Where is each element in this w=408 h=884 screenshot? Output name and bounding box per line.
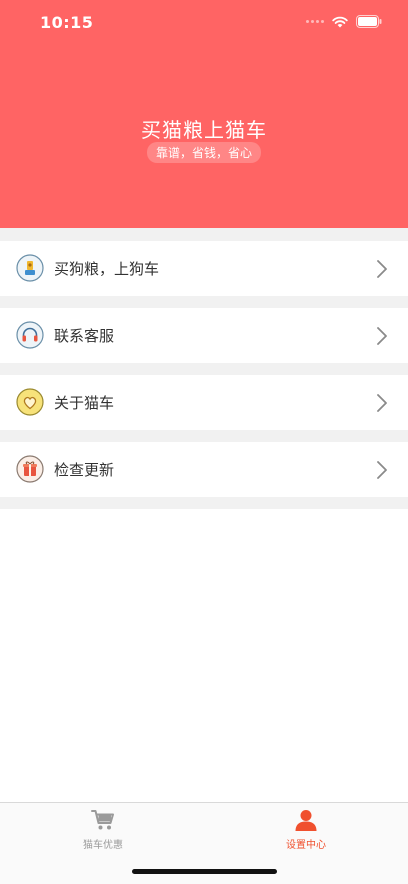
headphones-icon xyxy=(16,321,44,349)
heart-icon xyxy=(16,388,44,416)
menu-item-dog-food[interactable]: 买狗粮，上狗车 xyxy=(0,241,408,296)
menu-item-label: 检查更新 xyxy=(54,461,115,479)
menu-item-label: 买狗粮，上狗车 xyxy=(54,260,160,278)
tab-cat-car-deals[interactable]: 猫车优惠 xyxy=(43,809,163,851)
status-bar: 10:15 xyxy=(0,0,408,46)
gift-box-icon xyxy=(16,455,44,483)
tab-settings-center[interactable]: 设置中心 xyxy=(246,809,366,851)
tab-label: 设置中心 xyxy=(286,840,326,851)
menu-item-contact-service[interactable]: 联系客服 xyxy=(0,308,408,363)
header-title: 买猫粮上猫车 xyxy=(141,118,267,142)
menu-item-label: 关于猫车 xyxy=(54,394,115,412)
battery-icon xyxy=(356,15,382,28)
wifi-icon xyxy=(332,16,348,27)
menu-item-check-update[interactable]: 检查更新 xyxy=(0,442,408,497)
tab-label: 猫车优惠 xyxy=(83,840,123,851)
status-icons xyxy=(306,15,382,28)
user-icon xyxy=(295,810,317,831)
chevron-right-icon xyxy=(377,461,387,479)
menu-item-about[interactable]: 关于猫车 xyxy=(0,375,408,430)
chevron-right-icon xyxy=(377,394,387,412)
chevron-right-icon xyxy=(377,327,387,345)
header-banner: 10:15 买猫粮上猫车 靠谱，省钱，省心 xyxy=(0,0,408,228)
signal-icon xyxy=(306,20,324,23)
status-time: 10:15 xyxy=(40,13,94,32)
header-subtitle: 靠谱，省钱，省心 xyxy=(146,142,261,163)
settings-menu: 买狗粮，上狗车 联系客服 关于猫车 检查更新 xyxy=(0,228,408,509)
home-indicator xyxy=(132,869,277,874)
menu-item-label: 联系客服 xyxy=(54,327,115,345)
dog-food-icon xyxy=(16,254,44,282)
cart-icon xyxy=(91,810,114,830)
chevron-right-icon xyxy=(377,260,387,278)
